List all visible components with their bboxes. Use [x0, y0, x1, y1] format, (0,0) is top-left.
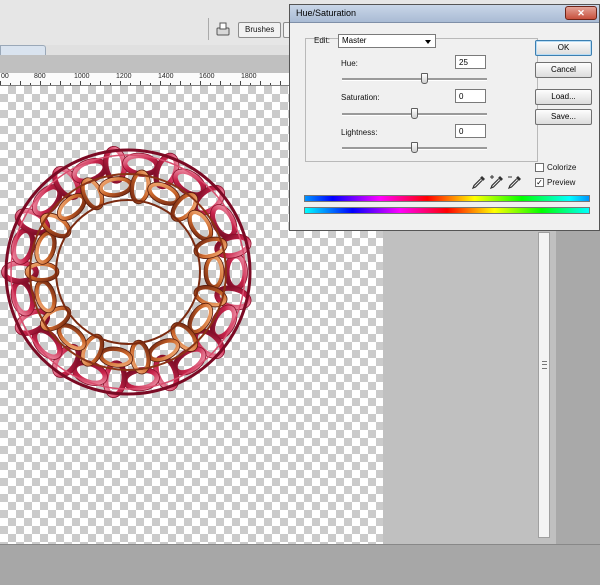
saturation-slider-thumb[interactable]	[411, 108, 418, 119]
tool-preset-icon[interactable]	[214, 20, 232, 38]
colorize-checkbox[interactable]	[535, 163, 544, 172]
ruler-tick	[50, 83, 51, 85]
ruler-tick	[110, 83, 111, 85]
dialog-titlebar[interactable]: Hue/Saturation ✕	[290, 5, 599, 23]
ruler-tick	[190, 83, 191, 85]
ruler-tick	[160, 81, 161, 85]
ruler-label: 1800	[241, 73, 257, 80]
workspace-bottom	[0, 544, 600, 585]
output-color-spectrum	[304, 207, 590, 214]
toolbar-separator	[208, 18, 209, 40]
dialog-title: Hue/Saturation	[296, 8, 357, 18]
ruler-tick	[40, 81, 41, 85]
chain-link	[170, 192, 198, 222]
ruler-label: 1200	[116, 73, 132, 80]
outer-ring-rim	[4, 148, 252, 396]
ruler-tick	[70, 83, 71, 85]
chain-ring-artwork	[1, 145, 252, 399]
ruler-label: 1600	[199, 73, 215, 80]
ruler-tick	[150, 83, 151, 85]
lightness-label: Lightness:	[341, 128, 378, 137]
chain-link	[25, 262, 59, 282]
save-button[interactable]: Save...	[535, 109, 592, 125]
colorize-label: Colorize	[547, 163, 577, 172]
ruler-label: 1400	[158, 73, 174, 80]
ruler-tick	[270, 83, 271, 85]
vertical-scrollbar[interactable]	[538, 232, 550, 538]
hue-input[interactable]	[455, 55, 486, 69]
ruler-tick	[0, 81, 1, 85]
brushes-tab[interactable]: Brushes	[238, 22, 282, 38]
close-button[interactable]: ✕	[565, 6, 597, 20]
ruler-tick	[130, 83, 131, 85]
ruler-tick	[260, 81, 261, 85]
chain-link	[204, 255, 224, 289]
adjustment-group	[305, 38, 538, 162]
load-button[interactable]: Load...	[535, 89, 592, 105]
edit-channel-value: Master	[342, 36, 367, 45]
hue-label: Hue:	[341, 59, 358, 68]
ruler-label: 00	[1, 73, 9, 80]
ruler-tick	[250, 83, 251, 85]
chain-link	[98, 346, 133, 368]
ruler-tick	[60, 81, 61, 85]
ruler-tick	[140, 81, 141, 85]
inner-ring-edge	[55, 199, 201, 345]
saturation-input[interactable]	[455, 89, 486, 103]
ruler-tick	[90, 83, 91, 85]
input-color-spectrum	[304, 195, 590, 202]
edit-channel-select[interactable]: Master	[338, 34, 436, 48]
eyedropper-icon[interactable]	[471, 174, 487, 190]
ruler-tick	[180, 81, 181, 85]
ruler-label: 800	[34, 73, 46, 80]
ruler-tick	[100, 81, 101, 85]
chain-link	[170, 322, 198, 352]
scrollbar-grip[interactable]	[542, 361, 547, 369]
ruler-tick	[230, 83, 231, 85]
ruler-tick	[30, 83, 31, 85]
ruler-tick	[200, 81, 201, 85]
ruler-tick	[80, 81, 81, 85]
ruler-label: 1000	[74, 73, 90, 80]
close-icon: ✕	[577, 8, 585, 18]
preview-checkbox[interactable]: ✓	[535, 178, 544, 187]
chevron-down-icon	[425, 40, 431, 44]
ruler-tick	[220, 81, 221, 85]
ruler-tick	[10, 83, 11, 85]
lightness-slider-thumb[interactable]	[411, 142, 418, 153]
eyedropper-minus-icon[interactable]	[507, 174, 523, 190]
ruler-tick	[240, 81, 241, 85]
ruler-tick	[120, 81, 121, 85]
edit-label: Edit:	[314, 36, 331, 45]
saturation-label: Saturation:	[341, 93, 380, 102]
hue-saturation-dialog: Hue/Saturation ✕ Edit: Master Hue: Satur…	[289, 4, 600, 231]
eyedropper-plus-icon[interactable]	[489, 174, 505, 190]
ruler-tick	[280, 81, 281, 85]
chain-link	[224, 253, 248, 291]
lightness-input[interactable]	[455, 124, 486, 138]
ok-button[interactable]: OK	[535, 40, 592, 56]
preview-label: Preview	[547, 178, 576, 187]
ruler-tick	[20, 81, 21, 85]
ruler-tick	[210, 83, 211, 85]
ruler-tick	[170, 83, 171, 85]
hue-slider-thumb[interactable]	[421, 73, 429, 84]
hue-slider-track[interactable]	[342, 78, 487, 81]
cancel-button[interactable]: Cancel	[535, 62, 592, 78]
chain-link	[98, 176, 133, 198]
